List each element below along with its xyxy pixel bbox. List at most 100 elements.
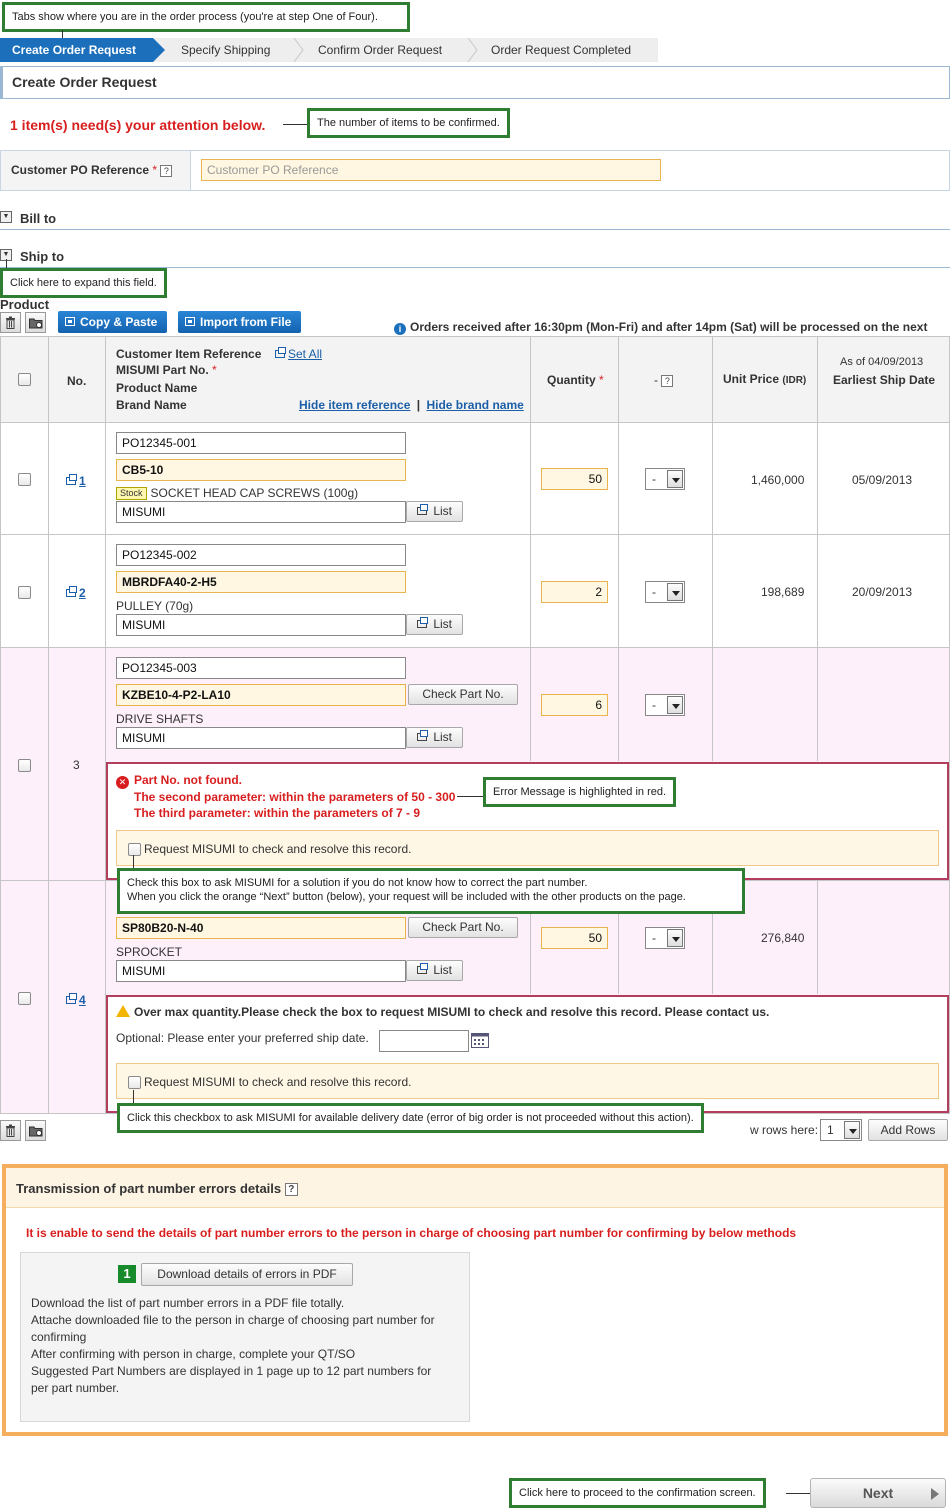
next-button[interactable]: Next <box>810 1478 946 1508</box>
po-reference-label: Customer PO Reference * ? <box>1 151 191 190</box>
step-chevron-icon <box>467 38 478 62</box>
check-part-no-button[interactable]: Check Part No. <box>408 684 518 705</box>
check-part-no-button[interactable]: Check Part No. <box>408 917 518 938</box>
callout-check-box: Check this box to ask MISUMI for a solut… <box>117 868 745 914</box>
request-check-box: Request MISUMI to check and resolve this… <box>116 830 939 866</box>
hide-brand-name-link[interactable]: Hide brand name <box>426 398 523 412</box>
quantity-input[interactable]: 50 <box>541 468 608 490</box>
callout-proceed: Click here to proceed to the confirmatio… <box>509 1478 766 1508</box>
attention-message: 1 item(s) need(s) your attention below. <box>10 117 266 133</box>
part-number-input[interactable]: CB5-10 <box>116 459 406 481</box>
option-select[interactable]: - <box>645 694 685 716</box>
row-checkbox[interactable] <box>18 473 31 486</box>
row-number-link[interactable]: 4 <box>66 993 86 1007</box>
callout-connector <box>133 1090 134 1104</box>
expand-arrow-icon[interactable]: ▼ <box>0 211 12 223</box>
list-button[interactable]: List <box>406 727 463 748</box>
column-customer-item-ref: Customer Item Reference <box>116 347 262 361</box>
callout-tabs: Tabs show where you are in the order pro… <box>2 2 410 32</box>
help-icon[interactable]: ? <box>160 164 173 177</box>
ship-to-section[interactable]: ▼ Ship to <box>0 246 950 268</box>
callout-expand: Click here to expand this field. <box>0 268 167 298</box>
list-button[interactable]: List <box>406 960 463 981</box>
customer-item-ref-input[interactable]: PO12345-001 <box>116 432 406 454</box>
part-number-input[interactable]: SP80B20-N-40 <box>116 917 406 939</box>
row-number: 3 <box>73 758 80 772</box>
tab-confirm-order-request[interactable]: Confirm Order Request <box>318 38 442 62</box>
tab-order-request-completed[interactable]: Order Request Completed <box>491 38 631 62</box>
quantity-input[interactable]: 6 <box>541 694 608 716</box>
product-section-title: Product <box>0 297 50 312</box>
unit-price: 198,689 <box>761 585 805 599</box>
customer-item-ref-input[interactable]: PO12345-003 <box>116 657 406 679</box>
quantity-input[interactable]: 50 <box>541 927 608 949</box>
import-from-file-button[interactable]: Import from File <box>178 311 302 333</box>
ship-date: 05/09/2013 <box>852 473 913 487</box>
option-select[interactable]: - <box>645 468 685 490</box>
column-product-name: Product Name <box>116 381 198 395</box>
ship-to-label: Ship to <box>20 249 65 264</box>
download-pdf-button[interactable]: Download details of errors in PDF <box>141 1263 353 1286</box>
callout-delivery: Click this checkbox to ask MISUMI for av… <box>117 1103 704 1133</box>
request-checkbox[interactable] <box>128 843 141 856</box>
option-select[interactable]: - <box>645 581 685 603</box>
bill-to-section[interactable]: ▼ Bill to <box>0 208 950 230</box>
window-icon <box>416 730 428 741</box>
copy-paste-button[interactable]: Copy & Paste <box>58 311 168 333</box>
column-no: No. <box>67 374 87 388</box>
chevron-down-icon <box>667 583 683 601</box>
quantity-input[interactable]: 2 <box>541 581 608 603</box>
folder-icon[interactable] <box>25 312 46 333</box>
po-reference-input[interactable]: Customer PO Reference <box>201 159 661 181</box>
as-of-date: As of 04/09/2013 <box>840 356 924 368</box>
brand-input[interactable]: MISUMI <box>116 614 406 636</box>
part-number-input[interactable]: KZBE10-4-P2-LA10 <box>116 684 406 706</box>
window-icon <box>66 586 77 597</box>
tab-create-order-request[interactable]: Create Order Request <box>0 38 165 62</box>
column-brand-name: Brand Name <box>116 398 187 412</box>
product-name: PULLEY (70g) <box>116 599 194 613</box>
callout-connector <box>457 796 483 797</box>
brand-input[interactable]: MISUMI <box>116 727 406 749</box>
row-checkbox[interactable] <box>18 992 31 1005</box>
copy-paste-label: Copy & Paste <box>80 315 158 329</box>
help-icon[interactable]: ? <box>661 374 674 387</box>
optional-ship-date-label: Optional: Please enter your preferred sh… <box>116 1031 369 1045</box>
row-checkbox[interactable] <box>18 586 31 599</box>
preferred-ship-date-input[interactable] <box>379 1030 469 1052</box>
row-number-link[interactable]: 1 <box>66 474 86 488</box>
column-quantity: Quantity <box>547 373 596 387</box>
set-all-link[interactable]: Set All <box>275 347 322 361</box>
transmission-panel: Transmission of part number errors detai… <box>2 1164 948 1436</box>
help-icon[interactable]: ? <box>284 1183 298 1197</box>
request-check-box: Request MISUMI to check and resolve this… <box>116 1063 939 1099</box>
tab-specify-shipping[interactable]: Specify Shipping <box>181 38 270 62</box>
trash-icon[interactable] <box>0 312 21 333</box>
step-tabs: Create Order Request Specify Shipping Co… <box>0 38 658 62</box>
folder-icon[interactable] <box>25 1120 46 1141</box>
option-select[interactable]: - <box>645 927 685 949</box>
row-number-link[interactable]: 2 <box>66 586 86 600</box>
window-icon <box>65 317 75 326</box>
rows-count-select[interactable]: 1 <box>820 1119 862 1141</box>
add-rows-button[interactable]: Add Rows <box>868 1119 948 1141</box>
trash-icon[interactable] <box>0 1120 21 1141</box>
window-icon <box>275 347 286 358</box>
download-instructions: Download the list of part number errors … <box>31 1296 435 1395</box>
select-all-checkbox[interactable] <box>18 373 31 386</box>
callout-connector <box>133 855 134 869</box>
brand-input[interactable]: MISUMI <box>116 501 406 523</box>
hide-item-reference-link[interactable]: Hide item reference <box>299 398 410 412</box>
calendar-icon[interactable] <box>471 1032 489 1051</box>
product-name: SPROCKET <box>116 945 183 959</box>
brand-input[interactable]: MISUMI <box>116 960 406 982</box>
part-number-input[interactable]: MBRDFA40-2-H5 <box>116 571 406 593</box>
row-checkbox[interactable] <box>18 759 31 772</box>
customer-item-ref-input[interactable]: PO12345-002 <box>116 544 406 566</box>
transmission-description: It is enable to send the details of part… <box>26 1226 797 1240</box>
window-icon <box>416 504 428 515</box>
list-button[interactable]: List <box>406 501 463 522</box>
window-icon <box>66 474 77 485</box>
request-checkbox[interactable] <box>128 1076 141 1089</box>
list-button[interactable]: List <box>406 614 463 635</box>
